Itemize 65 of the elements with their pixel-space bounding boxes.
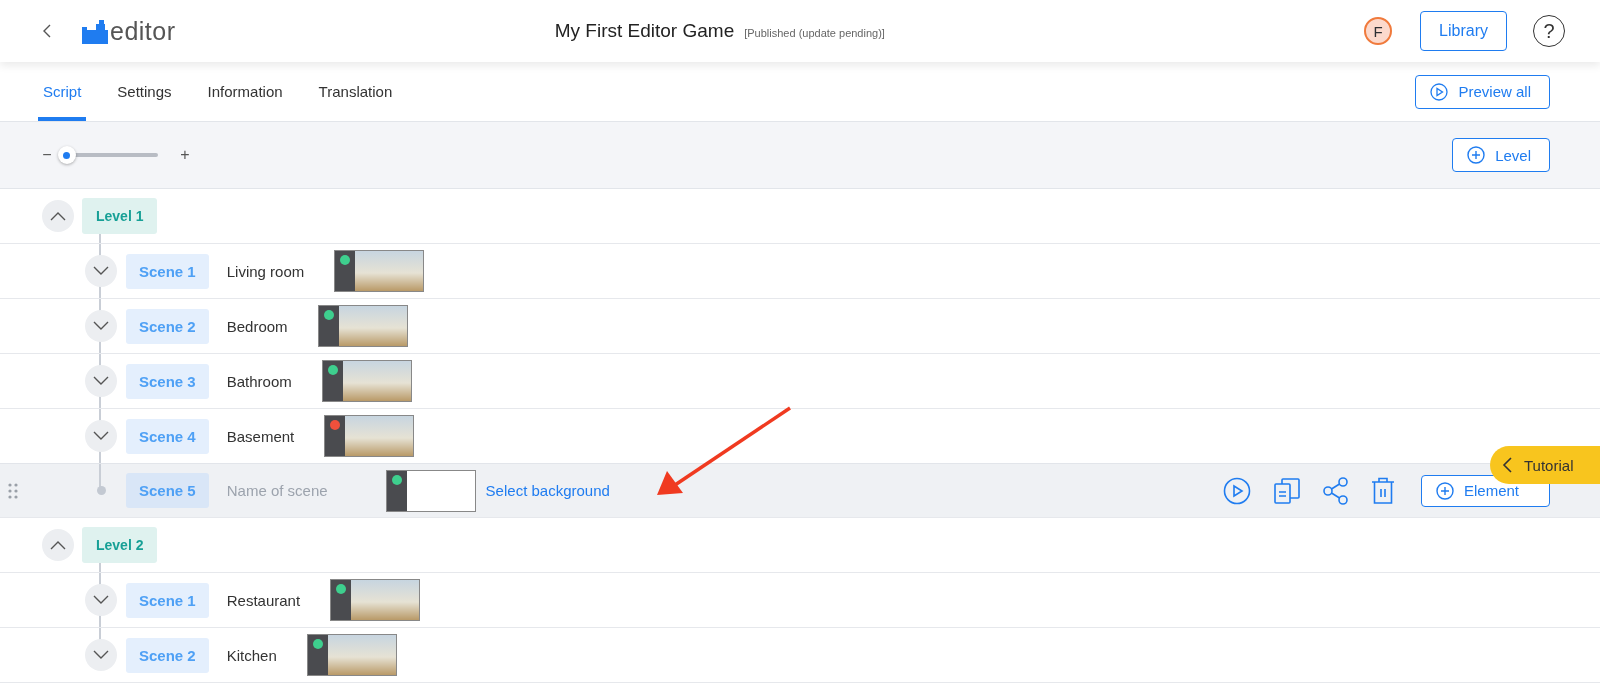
copy-icon[interactable] (1272, 476, 1301, 505)
logo-icon (82, 19, 108, 44)
expand-button[interactable] (85, 365, 117, 397)
tree-node-dot (96, 486, 106, 495)
tutorial-tooltip[interactable]: Tutorial (1490, 446, 1600, 484)
preview-all-button[interactable]: Preview all (1415, 74, 1550, 109)
tab[interactable]: Settings (112, 62, 177, 121)
chevron-down-icon (93, 650, 109, 660)
scene-label[interactable]: Scene 5 (126, 473, 209, 508)
select-background-link[interactable]: Select background (485, 482, 610, 499)
scene-label[interactable]: Scene 2 (126, 308, 209, 344)
trash-icon[interactable] (1370, 476, 1395, 505)
scene-name: Kitchen (226, 646, 277, 664)
user-avatar[interactable]: F (1364, 17, 1393, 45)
plus-circle-icon (1435, 481, 1454, 500)
scene-label[interactable]: Scene 1 (126, 582, 209, 618)
scene-label[interactable]: Scene 1 (126, 253, 209, 289)
scene-name: Living room (226, 262, 305, 280)
chevron-down-icon (93, 266, 109, 276)
expand-button[interactable] (85, 639, 117, 671)
share-icon[interactable] (1322, 476, 1349, 505)
logo-text: editor (110, 18, 176, 44)
scene-name: Bathroom (226, 372, 292, 390)
tab[interactable]: Information (202, 62, 288, 121)
photo-placeholder (351, 580, 420, 620)
chevron-down-icon (93, 321, 109, 331)
collapse-button[interactable] (42, 529, 74, 561)
add-level-button[interactable]: Level (1452, 138, 1550, 172)
publish-status: [Published (update pending)] (744, 27, 885, 39)
photo-placeholder (338, 306, 407, 346)
library-button[interactable]: Library (1420, 11, 1507, 51)
collapse-button[interactable] (42, 200, 74, 232)
scene-name: Bedroom (226, 317, 288, 335)
scene-row[interactable]: Scene 2 Kitchen (0, 628, 1600, 683)
chevron-down-icon (93, 376, 109, 386)
play-circle-icon (1430, 82, 1449, 101)
chevron-down-icon (93, 595, 109, 605)
plus-circle-icon (1467, 146, 1486, 164)
chevron-down-icon (93, 431, 109, 441)
photo-placeholder (342, 361, 411, 401)
chevron-up-icon (50, 540, 66, 550)
drag-handle-icon[interactable] (8, 482, 18, 499)
scene-name: Restaurant (226, 591, 301, 609)
level-label[interactable]: Level 2 (82, 527, 158, 563)
scene-name: Basement (226, 427, 295, 445)
expand-button[interactable] (85, 584, 117, 616)
game-title: My First Editor Game (554, 20, 735, 42)
photo-placeholder (327, 635, 396, 675)
scene-label[interactable]: Scene 3 (126, 363, 209, 399)
expand-button[interactable] (85, 310, 117, 342)
scene-label[interactable]: Scene 2 (126, 637, 209, 673)
expand-button[interactable] (85, 255, 117, 287)
expand-button[interactable] (85, 420, 117, 452)
zoom-slider-thumb[interactable] (57, 146, 76, 164)
zoom-out-button[interactable]: − (40, 146, 54, 164)
photo-placeholder (355, 251, 424, 291)
zoom-in-button[interactable]: + (178, 146, 192, 164)
chevron-left-icon (1502, 457, 1512, 473)
scene-name-field[interactable]: Name of scene (226, 482, 328, 499)
tab[interactable]: Translation (313, 62, 398, 121)
play-circle-icon[interactable] (1222, 476, 1251, 505)
level-label[interactable]: Level 1 (82, 198, 158, 234)
chevron-up-icon (50, 211, 66, 221)
scene-label[interactable]: Scene 4 (126, 418, 209, 454)
photo-placeholder (345, 416, 414, 456)
